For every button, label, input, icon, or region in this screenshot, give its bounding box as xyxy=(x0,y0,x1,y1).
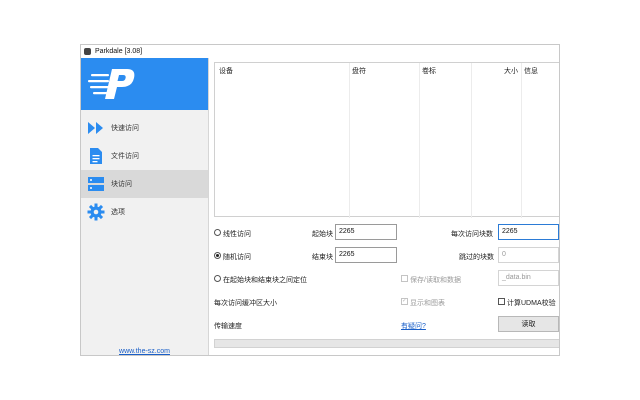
column-header-device[interactable]: 设备 xyxy=(219,66,233,76)
random-access-label: 随机访问 xyxy=(223,254,251,261)
column-divider xyxy=(349,63,350,218)
skipped-blocks-label: 跳过的块数 xyxy=(459,254,494,261)
end-block-label: 结束块 xyxy=(312,254,333,261)
sidebar-item-file-access[interactable]: 文件访问 xyxy=(81,142,208,170)
column-divider xyxy=(471,63,472,218)
sidebar-item-label: 选项 xyxy=(111,209,125,216)
column-divider xyxy=(419,63,420,218)
sidebar-item-label: 快速访问 xyxy=(111,125,139,132)
show-chart-checkbox[interactable] xyxy=(401,297,408,305)
title-bar: Parkdale [3.08] xyxy=(81,45,559,58)
help-link[interactable]: 有疑问? xyxy=(401,321,426,331)
random-access-radio[interactable] xyxy=(214,252,221,259)
column-header-drive[interactable]: 盘符 xyxy=(352,66,366,76)
blocks-per-access-label: 每次访问块数 xyxy=(451,231,493,238)
save-read-data-checkbox[interactable] xyxy=(401,275,408,282)
column-header-size[interactable]: 大小 xyxy=(504,66,518,76)
save-read-data-label: 保存/读取和数据 xyxy=(410,277,461,284)
window-title: Parkdale [3.08] xyxy=(95,48,143,55)
block-icon xyxy=(87,175,105,193)
device-table[interactable]: 设备 盘符 卷标 大小 信息 xyxy=(214,62,559,218)
linear-access-label: 线性访问 xyxy=(223,231,251,238)
end-block-input[interactable]: 2265 xyxy=(335,247,397,263)
transfer-speed-label: 传输速度 xyxy=(214,323,242,330)
gear-icon xyxy=(87,203,105,221)
sidebar-item-label: 块访问 xyxy=(111,181,132,188)
udma-label: 计算UDMA校验 xyxy=(507,300,556,307)
buffer-size-label: 每次访问缓冲区大小 xyxy=(214,300,277,307)
app-icon xyxy=(84,48,91,55)
sidebar-item-label: 文件访问 xyxy=(111,153,139,160)
read-button[interactable]: 读取 xyxy=(498,316,559,332)
start-block-input[interactable]: 2265 xyxy=(335,224,397,240)
blocks-per-access-input[interactable]: 2265 xyxy=(498,224,559,240)
linear-access-radio[interactable] xyxy=(214,229,221,236)
udma-checkbox[interactable] xyxy=(498,298,505,305)
column-header-info[interactable]: 信息 xyxy=(524,66,538,76)
progress-bar xyxy=(214,339,559,348)
parkdale-logo-icon xyxy=(88,69,135,99)
sidebar-item-block-access[interactable]: 块访问 xyxy=(81,170,208,198)
show-chart-label: 显示和图表 xyxy=(410,300,445,307)
sidebar: 快速访问 文件访问 块访问 选项 www.the-sz.com xyxy=(81,58,209,355)
column-divider xyxy=(521,63,522,218)
app-logo xyxy=(81,58,208,110)
sidebar-item-options[interactable]: 选项 xyxy=(81,198,208,226)
fast-forward-icon xyxy=(87,119,105,137)
between-blocks-label: 在起始块和结束块之间定位 xyxy=(223,277,307,284)
start-block-label: 起始块 xyxy=(312,231,333,238)
skipped-blocks-input[interactable]: 0 xyxy=(498,247,559,263)
app-window: Parkdale [3.08] 快速访问 文件访问 块访问 选项 www.the… xyxy=(80,44,560,356)
between-blocks-radio[interactable] xyxy=(214,275,221,282)
website-link[interactable]: www.the-sz.com xyxy=(81,348,208,355)
document-icon xyxy=(87,147,105,165)
sidebar-item-quick-access[interactable]: 快速访问 xyxy=(81,114,208,142)
data-file-input[interactable]: _data.bin xyxy=(498,270,559,286)
column-header-volume[interactable]: 卷标 xyxy=(422,66,436,76)
